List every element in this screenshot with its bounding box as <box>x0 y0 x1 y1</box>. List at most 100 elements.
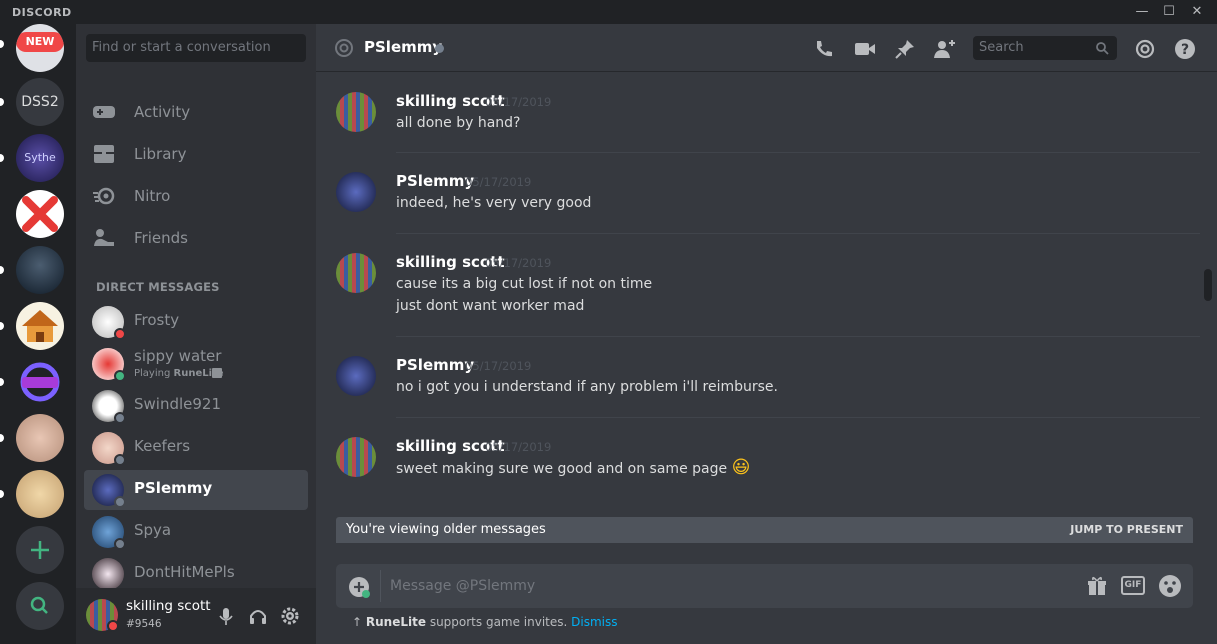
message-input[interactable] <box>390 574 1040 598</box>
activity-prefix: Playing <box>134 368 174 379</box>
house-icon <box>22 310 58 342</box>
gif-button[interactable]: GIF <box>1121 576 1145 595</box>
server-icon-sythe[interactable]: Sythe <box>16 134 64 182</box>
header-search-input[interactable]: Search <box>973 36 1117 60</box>
server-list: NEW DSS2 Sythe <box>0 24 76 644</box>
jump-to-present-button[interactable]: JUMP TO PRESENT <box>1070 523 1183 536</box>
server-icon-pink[interactable] <box>16 414 64 462</box>
server-icon-dss2[interactable]: DSS2 <box>16 78 64 126</box>
nav-library[interactable]: Library <box>86 134 308 174</box>
message-timestamp: 05/17/2019 <box>485 256 552 270</box>
voice-call-icon[interactable] <box>813 38 835 60</box>
status-offline-indicator <box>114 538 126 550</box>
username: skilling scott <box>126 598 211 614</box>
unread-indicator <box>0 434 4 442</box>
message-text: all done by hand? <box>396 115 521 131</box>
dm-name: Frosty <box>134 311 180 329</box>
search-placeholder: Search <box>979 40 1024 55</box>
message-text: just dont want worker mad <box>396 298 585 314</box>
upload-plus-icon[interactable] <box>348 576 370 598</box>
dm-item-pslemmy[interactable]: PSlemmy <box>84 470 308 510</box>
message-divider <box>396 233 1200 234</box>
headphones-icon[interactable] <box>248 606 268 626</box>
dm-item-donthitmepls[interactable]: DontHitMePls <box>84 554 308 588</box>
server-icon-dark[interactable] <box>16 246 64 294</box>
older-messages-bar: You're viewing older messages JUMP TO PR… <box>336 517 1193 543</box>
dm-name: Swindle921 <box>134 395 222 413</box>
message-composer: GIF <box>336 564 1193 608</box>
mentions-icon[interactable] <box>1134 38 1156 60</box>
dm-item-frosty[interactable]: Frosty <box>84 302 308 342</box>
minimize-button[interactable]: — <box>1132 2 1152 22</box>
emoji-picker-icon[interactable] <box>1158 574 1182 598</box>
smiley-emoji[interactable]: 😃 <box>732 457 751 478</box>
avatar[interactable] <box>336 92 376 132</box>
nav-friends[interactable]: Friends <box>86 218 308 258</box>
gift-icon[interactable] <box>1086 575 1108 597</box>
message-text: indeed, he's very very good <box>396 195 592 211</box>
nav-activity[interactable]: Activity <box>86 92 308 132</box>
dm-name: PSlemmy <box>134 479 213 497</box>
status-offline-indicator <box>435 44 444 53</box>
unread-indicator <box>0 378 4 386</box>
maximize-button[interactable]: ☐ <box>1159 2 1179 22</box>
dm-item-spya[interactable]: Spya <box>84 512 308 552</box>
server-icon-house[interactable] <box>16 302 64 350</box>
dm-name: Keefers <box>134 437 191 455</box>
avatar[interactable] <box>336 437 376 477</box>
status-dnd-indicator <box>114 328 126 340</box>
friends-icon <box>94 229 114 246</box>
user-panel: skilling scott #9546 <box>76 588 316 644</box>
find-conversation-input[interactable]: Find or start a conversation <box>86 34 306 62</box>
game-invite-notice: ↑ RuneLite supports game invites. Dismis… <box>352 615 618 629</box>
status-online-indicator <box>114 370 126 382</box>
plus-icon <box>31 541 49 559</box>
discord-logo: DISCORD <box>12 6 72 19</box>
dm-name: DontHitMePls <box>134 563 235 581</box>
help-icon[interactable]: ? <box>1174 38 1196 60</box>
message-timestamp: 05/17/2019 <box>465 359 532 373</box>
message-author[interactable]: PSlemmy <box>396 172 474 190</box>
nav-nitro[interactable]: Nitro <box>86 176 308 216</box>
dm-item-swindle921[interactable]: Swindle921 <box>84 386 308 426</box>
direct-messages-header: DIRECT MESSAGES <box>96 280 220 294</box>
composer-divider <box>380 570 381 602</box>
status-offline-indicator <box>114 454 126 466</box>
new-badge: NEW <box>16 32 64 52</box>
add-server-button[interactable] <box>16 526 64 574</box>
dismiss-link[interactable]: Dismiss <box>571 615 617 629</box>
add-friend-icon[interactable] <box>934 38 956 60</box>
dm-item-keefers[interactable]: Keefers <box>84 428 308 468</box>
message-scrollbar[interactable] <box>1201 72 1215 532</box>
server-icon-home[interactable]: NEW <box>16 24 64 72</box>
chat-panel: PSlemmy Search ? skilling scott 05/17/20… <box>316 24 1217 644</box>
notice-app: RuneLite <box>365 615 426 629</box>
nav-label: Friends <box>134 229 188 247</box>
message-author[interactable]: PSlemmy <box>396 356 474 374</box>
microphone-icon[interactable] <box>216 606 236 626</box>
avatar[interactable] <box>336 172 376 212</box>
avatar[interactable] <box>336 253 376 293</box>
activity-status: Playing RuneLite <box>134 368 224 379</box>
nitro-icon <box>93 187 115 205</box>
dm-item-sippy-water[interactable]: sippy water Playing RuneLite <box>84 344 308 386</box>
server-icon-swap[interactable] <box>16 358 64 406</box>
unread-indicator <box>0 322 4 330</box>
avatar[interactable] <box>336 356 376 396</box>
scrollbar-thumb[interactable] <box>1204 269 1212 301</box>
unread-indicator <box>0 40 4 48</box>
server-icon-face[interactable] <box>16 470 64 518</box>
gear-icon[interactable] <box>280 606 300 626</box>
server-icon-red-x[interactable] <box>16 190 64 238</box>
search-icon <box>1096 42 1109 55</box>
unread-indicator <box>0 154 4 162</box>
library-icon <box>94 145 114 163</box>
close-button[interactable]: ✕ <box>1187 2 1207 22</box>
message-divider <box>396 417 1200 418</box>
message-divider <box>396 152 1200 153</box>
explore-servers-button[interactable] <box>16 582 64 630</box>
pin-icon[interactable] <box>894 38 916 60</box>
search-icon <box>30 596 48 614</box>
gamepad-icon <box>93 106 115 118</box>
video-call-icon[interactable] <box>854 38 876 60</box>
